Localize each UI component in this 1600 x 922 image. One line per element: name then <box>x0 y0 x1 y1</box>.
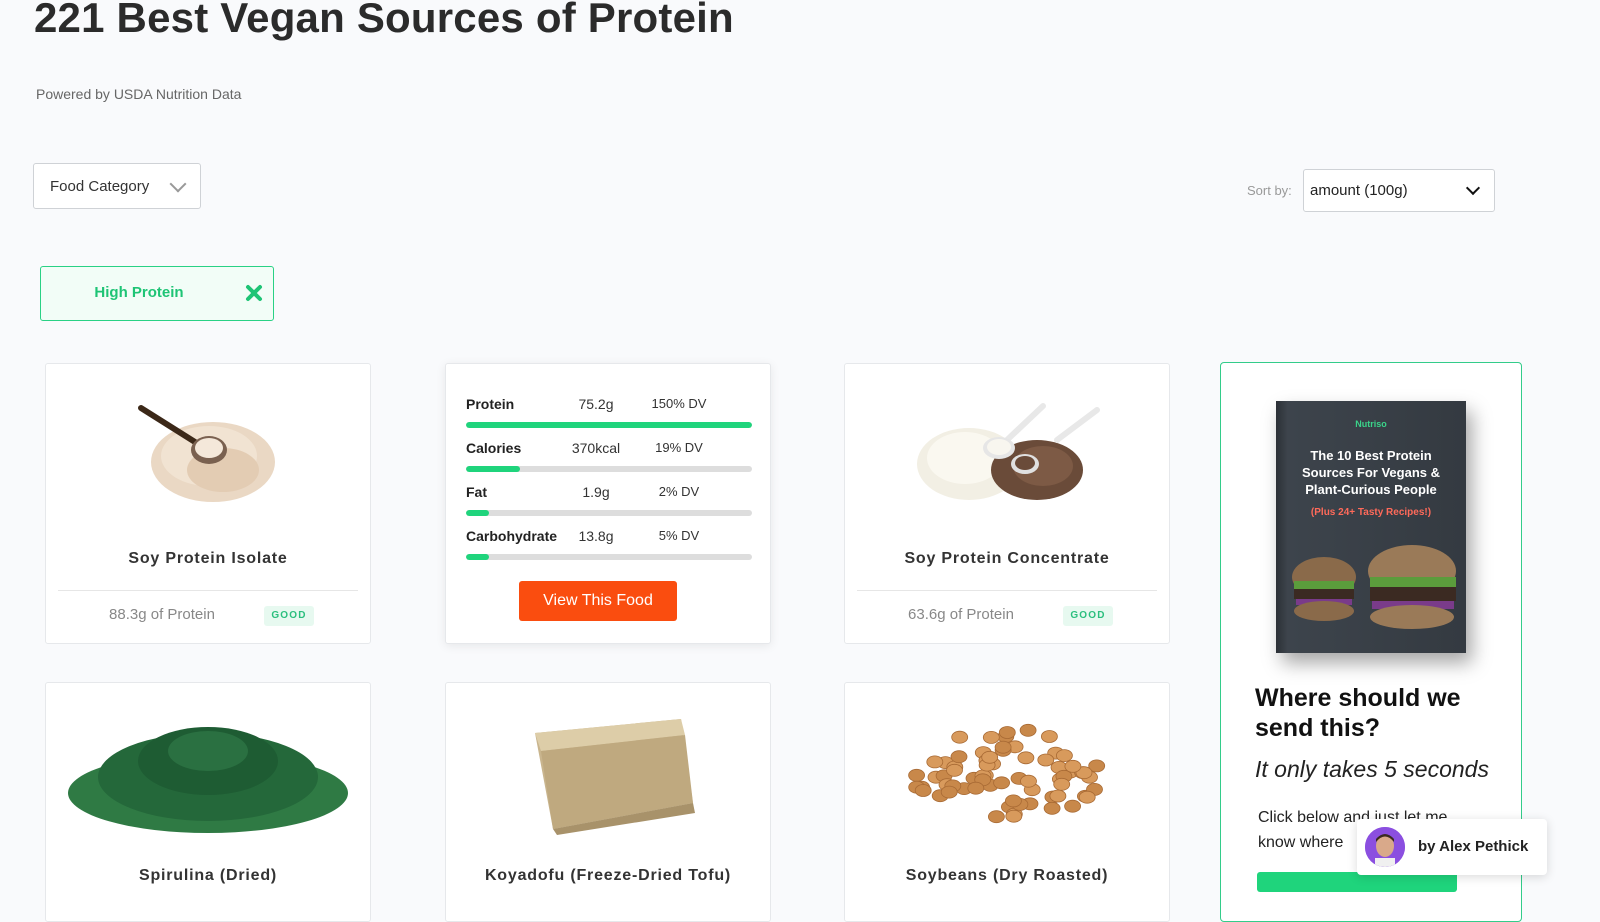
food-name: Koyadofu (Freeze-Dried Tofu) <box>484 867 732 884</box>
food-card[interactable]: Soy Protein Concentrate 63.6g of Protein… <box>844 363 1170 644</box>
page-title: 221 Best Vegan Sources of Protein <box>34 0 734 41</box>
food-image <box>446 705 770 835</box>
nutrient-name: Carbohydrate <box>466 528 558 544</box>
nutrient-bar-fill <box>466 510 489 516</box>
nutrient-bar-fill <box>466 554 489 560</box>
author-avatar <box>1365 827 1405 867</box>
nutrient-name: Calories <box>466 440 522 456</box>
protein-amount: 63.6g of Protein <box>908 606 1014 623</box>
author-name: by Alex Pethick <box>1418 838 1529 855</box>
nutrient-dv: 19% DV <box>655 440 703 455</box>
food-card[interactable]: Koyadofu (Freeze-Dried Tofu) <box>445 682 771 922</box>
nutrient-amount: 1.9g <box>582 484 610 500</box>
ebook-cover: Nutriso The 10 Best Protein Sources For … <box>1276 401 1466 653</box>
book-title: The 10 Best Protein Sources For Vegans &… <box>1302 448 1440 497</box>
chevron-down-icon <box>169 175 187 192</box>
view-this-food-button[interactable]: View This Food <box>519 581 677 621</box>
remove-filter-icon[interactable] <box>245 284 263 302</box>
rating-badge: GOOD <box>264 606 314 626</box>
food-name: Soybeans (Dry Roasted) <box>905 867 1109 884</box>
nutrient-bar <box>466 554 752 560</box>
card-divider <box>857 590 1157 591</box>
filter-tag-label: High Protein <box>94 284 184 301</box>
food-name: Soy Protein Concentrate <box>904 550 1110 567</box>
promo-subheading: It only takes 5 seconds <box>1255 756 1489 782</box>
food-name: Soy Protein Isolate <box>128 550 288 567</box>
nutrient-dv: 2% DV <box>658 484 700 499</box>
food-image <box>46 711 370 841</box>
food-card[interactable]: Soybeans (Dry Roasted) <box>844 682 1170 922</box>
food-card[interactable]: Spirulina (Dried) <box>45 682 371 922</box>
nutrient-bar <box>466 422 752 428</box>
food-name: Spirulina (Dried) <box>138 867 278 884</box>
food-image <box>845 388 1169 512</box>
food-image <box>46 390 370 510</box>
book-subtitle: (Plus 24+ Tasty Recipes!) <box>1310 507 1432 518</box>
promo-cta-button[interactable] <box>1257 872 1457 892</box>
author-badge[interactable]: by Alex Pethick <box>1357 819 1547 875</box>
powered-by-text: Powered by USDA Nutrition Data <box>36 86 242 102</box>
food-image <box>845 713 1169 833</box>
sort-select[interactable]: amount (100g) <box>1303 169 1495 212</box>
nutrient-bar <box>466 510 752 516</box>
nutrient-bar <box>466 466 752 472</box>
nutrient-name: Protein <box>466 396 515 412</box>
book-brand: Nutriso <box>1355 419 1387 429</box>
nutrient-name: Fat <box>466 484 487 500</box>
nutrient-dv: 5% DV <box>658 528 700 543</box>
promo-heading: Where should we send this? <box>1255 684 1461 742</box>
nutrient-amount: 13.8g <box>578 528 614 544</box>
nutrient-amount: 75.2g <box>578 396 614 412</box>
card-divider <box>58 590 358 591</box>
active-filter-tag: High Protein <box>40 266 274 321</box>
sort-select-value: amount (100g) <box>1310 182 1408 199</box>
nutrient-amount: 370kcal <box>571 440 621 456</box>
burger-image <box>1292 545 1456 629</box>
nutrition-card[interactable]: Protein 75.2g 150% DV Calories 370kcal 1… <box>445 363 771 644</box>
sort-by-label: Sort by: <box>1247 183 1292 198</box>
nutrient-dv: 150% DV <box>651 396 707 411</box>
protein-amount: 88.3g of Protein <box>109 606 215 623</box>
food-category-label: Food Category <box>50 177 150 195</box>
rating-badge: GOOD <box>1063 606 1113 626</box>
nutrient-bar-fill <box>466 466 521 472</box>
food-category-dropdown[interactable]: Food Category <box>33 163 201 209</box>
nutrient-bar-fill <box>466 422 752 428</box>
food-card[interactable]: Soy Protein Isolate 88.3g of Protein GOO… <box>45 363 371 644</box>
chevron-down-icon <box>1465 180 1481 196</box>
